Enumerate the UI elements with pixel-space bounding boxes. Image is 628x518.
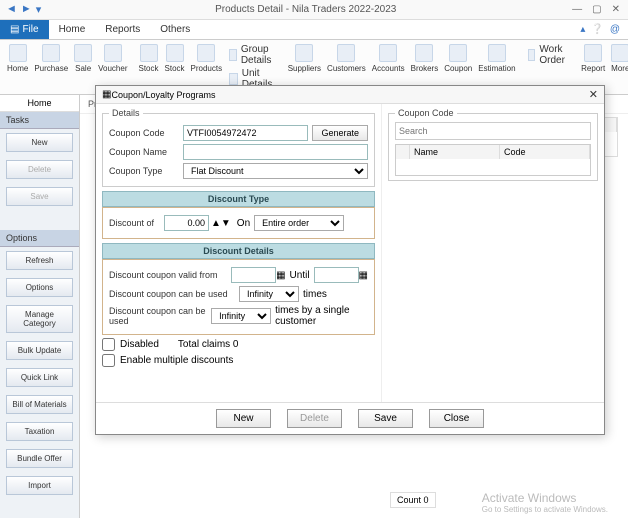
window-title: Products Detail - Nila Traders 2022-2023 (47, 4, 564, 15)
coupon-table: Name Code (395, 144, 591, 176)
rib-brokers[interactable]: Brokers (408, 42, 442, 75)
coupon-code-input[interactable] (183, 125, 308, 141)
total-claims: Total claims 0 (178, 339, 239, 350)
coupon-type-select[interactable]: Flat Discount (183, 163, 368, 179)
details-legend: Details (109, 108, 143, 118)
dlg-delete-button: Delete (287, 409, 342, 428)
used-by-cust-select[interactable]: Infinity (211, 308, 271, 324)
rib-group-details[interactable]: Group Details (229, 44, 276, 66)
task-save: Save (6, 187, 73, 206)
opt-taxation[interactable]: Taxation (6, 422, 73, 441)
coupon-code-label: Coupon Code (109, 128, 183, 138)
opt-bom[interactable]: Bill of Materials (6, 395, 73, 414)
dialog-close-icon[interactable]: ✕ (589, 88, 598, 101)
discount-value-input[interactable] (164, 215, 209, 231)
maximize-icon[interactable]: ▢ (592, 4, 601, 15)
dialog-title: Coupon/Loyalty Programs (111, 90, 588, 100)
left-sidebar: Home Tasks New Delete Save Options Refre… (0, 95, 80, 518)
help-dd-icon[interactable]: ▴ (580, 24, 585, 35)
ribbon-tabs: ▤File Home Reports Others ▴ ❔ @ (0, 20, 628, 40)
used-times-label: Discount coupon can be used (109, 289, 239, 299)
rib-workorder-group: Work Order (524, 42, 574, 68)
coupon-type-label: Coupon Type (109, 166, 183, 176)
tab-home[interactable]: Home (49, 21, 96, 38)
dlg-new-button[interactable]: New (216, 409, 271, 428)
count-status: Count 0 (390, 492, 436, 508)
nav-fwd-icon[interactable]: ► (21, 3, 32, 16)
discount-details-band: Discount Details (102, 243, 375, 259)
opt-quick-link[interactable]: Quick Link (6, 368, 73, 387)
disabled-checkbox[interactable] (102, 338, 115, 351)
opt-bulk-update[interactable]: Bulk Update (6, 341, 73, 360)
valid-until-input[interactable] (314, 267, 359, 283)
rib-accounts[interactable]: Accounts (369, 42, 408, 75)
coupon-list-fieldset: Coupon Code Name Code (388, 108, 598, 181)
task-new[interactable]: New (6, 133, 73, 152)
enable-multi-label: Enable multiple discounts (120, 355, 233, 366)
coupon-dialog: ▦ Coupon/Loyalty Programs ✕ Details Coup… (95, 85, 605, 435)
search-input[interactable] (395, 122, 591, 140)
discount-type-band: Discount Type (102, 191, 375, 207)
valid-from-label: Discount coupon valid from (109, 270, 231, 280)
nav-dd-icon[interactable]: ▾ (36, 3, 42, 16)
rib-more[interactable]: More (608, 42, 628, 75)
dlg-save-button[interactable]: Save (358, 409, 413, 428)
by-cust-label: times by a single customer (275, 305, 368, 327)
disabled-label: Disabled (120, 339, 159, 350)
col-name: Name (410, 145, 500, 159)
until-label: Until (290, 270, 310, 281)
rib-home[interactable]: Home (4, 42, 31, 75)
titlebar: ◄ ► ▾ Products Detail - Nila Traders 202… (0, 0, 628, 20)
rib-stock2[interactable]: Stock (162, 42, 188, 75)
times-label: times (303, 289, 327, 300)
enable-multi-checkbox[interactable] (102, 354, 115, 367)
tab-others[interactable]: Others (150, 21, 200, 38)
tab-reports[interactable]: Reports (95, 21, 150, 38)
table-row (396, 159, 590, 175)
dialog-icon: ▦ (102, 89, 111, 100)
help-icon[interactable]: ❔ (591, 24, 603, 35)
col-code: Code (500, 145, 590, 159)
dlg-close-button[interactable]: Close (429, 409, 484, 428)
generate-button[interactable]: Generate (312, 125, 368, 141)
cal-icon-2[interactable]: ▦ (359, 270, 368, 281)
on-select[interactable]: Entire order (254, 215, 344, 231)
coupon-list-legend: Coupon Code (395, 108, 457, 118)
details-fieldset: Details Coupon Code Generate Coupon Name… (102, 108, 375, 187)
rib-coupon[interactable]: Coupon (441, 42, 475, 75)
used-times-select[interactable]: Infinity (239, 286, 299, 302)
rib-report[interactable]: Report (578, 42, 608, 75)
rib-suppliers[interactable]: Suppliers (285, 42, 324, 75)
opt-bundle-offer[interactable]: Bundle Offer (6, 449, 73, 468)
close-icon[interactable]: ✕ (612, 4, 620, 15)
nav-back-icon[interactable]: ◄ (6, 3, 17, 16)
file-tab[interactable]: ▤File (0, 20, 49, 39)
rib-customers[interactable]: Customers (324, 42, 369, 75)
options-header: Options (0, 230, 79, 247)
used-by-cust-label: Discount coupon can be used (109, 306, 211, 326)
tasks-header: Tasks (0, 112, 79, 129)
rib-sale[interactable]: Sale (71, 42, 95, 75)
on-label: On (237, 218, 250, 229)
cal-icon[interactable]: ▦ (276, 270, 285, 281)
valid-from-input[interactable] (231, 267, 276, 283)
rib-purchase[interactable]: Purchase (31, 42, 71, 75)
opt-refresh[interactable]: Refresh (6, 251, 73, 270)
coupon-name-input[interactable] (183, 144, 368, 160)
sidebar-home[interactable]: Home (0, 95, 79, 112)
opt-options[interactable]: Options (6, 278, 73, 297)
activate-watermark: Activate Windows Go to Settings to activ… (482, 491, 608, 514)
rib-products[interactable]: Products (188, 42, 226, 75)
rib-work-order[interactable]: Work Order (528, 44, 570, 66)
task-delete: Delete (6, 160, 73, 179)
opt-import[interactable]: Import (6, 476, 73, 495)
coupon-name-label: Coupon Name (109, 147, 183, 157)
at-icon[interactable]: @ (610, 24, 620, 35)
minimize-icon[interactable]: — (572, 4, 582, 15)
discount-of-label: Discount of (109, 218, 164, 228)
rib-estimation[interactable]: Estimation (475, 42, 518, 75)
opt-manage-category[interactable]: Manage Category (6, 305, 73, 333)
rib-stock1[interactable]: Stock (136, 42, 162, 75)
rib-voucher[interactable]: Voucher (95, 42, 130, 75)
